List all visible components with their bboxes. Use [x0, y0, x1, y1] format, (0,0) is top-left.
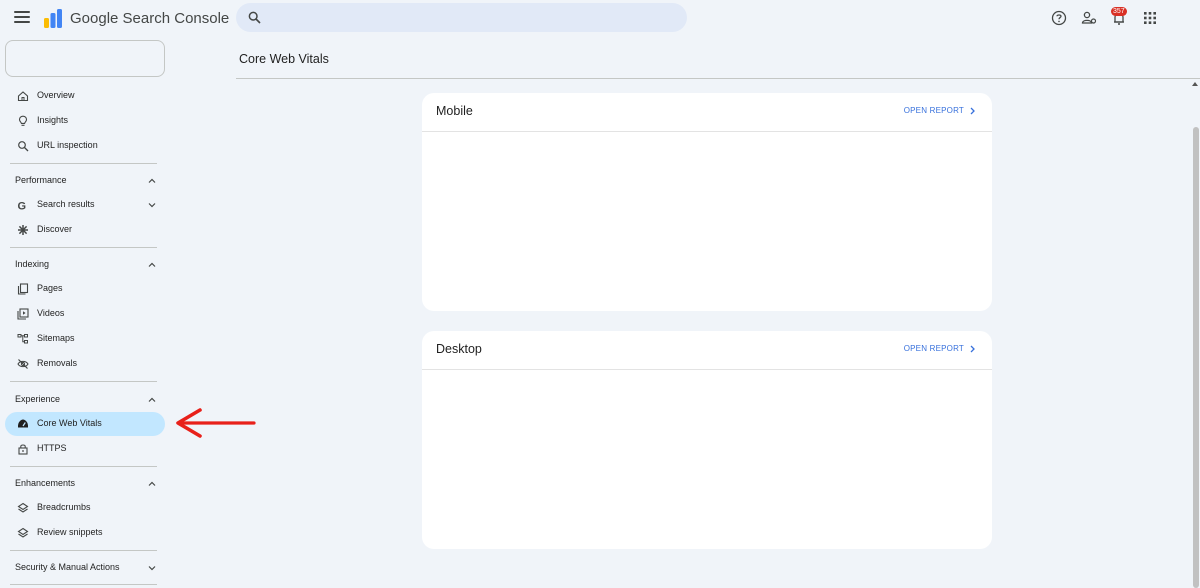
sidebar-item-overview[interactable]: Overview: [5, 84, 165, 108]
sidebar-item-breadcrumbs[interactable]: Breadcrumbs: [5, 496, 165, 520]
layers-icon: [17, 502, 29, 513]
open-report-label[interactable]: OPEN REPORT: [904, 344, 964, 353]
section-header-indexing[interactable]: Indexing: [5, 253, 165, 275]
chevron-down-icon[interactable]: [148, 201, 156, 209]
pages-icon: [17, 283, 29, 295]
chevron-up-icon: [148, 397, 156, 402]
sidebar-divider: [10, 381, 157, 382]
sidebar-item-pages[interactable]: Pages: [5, 277, 165, 301]
open-report-label[interactable]: OPEN REPORT: [904, 106, 964, 115]
svg-text:G: G: [18, 201, 27, 212]
card-divider: [422, 131, 992, 132]
sidebar-item-label: URL inspection: [37, 140, 98, 150]
top-app-bar: Google Search Console 357: [0, 0, 1200, 38]
sidebar-item-label: Search results: [37, 199, 95, 209]
manage-users-icon[interactable]: [1081, 10, 1097, 26]
search-icon[interactable]: [248, 11, 261, 24]
sidebar-item-sitemaps[interactable]: Sitemaps: [5, 327, 165, 351]
sidebar-item-review-snippets[interactable]: Review snippets: [5, 521, 165, 545]
google-g-icon: G: [18, 201, 27, 212]
menu-icon[interactable]: [14, 11, 30, 25]
open-report-link[interactable]: OPEN REPORT: [904, 344, 976, 353]
search-icon: [18, 141, 29, 152]
sidebar-item-insights[interactable]: Insights: [5, 109, 165, 133]
eye-off-icon: [17, 359, 29, 369]
section-header-security[interactable]: Security & Manual Actions: [5, 556, 165, 578]
annotation-arrow: [176, 408, 256, 438]
sidebar-item-label: Pages: [37, 283, 63, 293]
sidebar-item-label: Discover: [37, 224, 73, 234]
card-title: Desktop: [436, 342, 482, 356]
title-divider: [236, 78, 1200, 79]
sidebar-divider: [10, 550, 157, 551]
mobile-report-card: Mobile OPEN REPORT: [422, 93, 992, 311]
sidebar-item-label: Overview: [37, 90, 75, 100]
help-icon[interactable]: [1051, 10, 1067, 26]
sitemap-icon: [17, 334, 28, 344]
sidebar-divider: [10, 466, 157, 467]
chevron-up-icon: [148, 262, 156, 267]
sidebar-item-videos[interactable]: Videos: [5, 302, 165, 326]
notification-count-badge[interactable]: 357: [1111, 7, 1127, 16]
asterisk-icon: [18, 225, 28, 235]
sidebar-item-label: Sitemaps: [37, 333, 75, 343]
open-report-link[interactable]: OPEN REPORT: [904, 106, 976, 115]
chevron-right-icon[interactable]: [969, 345, 976, 353]
sidebar-item-removals[interactable]: Removals: [5, 352, 165, 376]
video-icon: [17, 308, 29, 320]
sidebar-item-label: Removals: [37, 358, 78, 368]
chevron-up-icon: [148, 178, 156, 183]
section-title: Performance: [15, 175, 67, 185]
section-header-experience[interactable]: Experience: [5, 388, 165, 410]
sidebar-divider: [10, 247, 157, 248]
card-title: Mobile: [436, 104, 473, 118]
property-selector[interactable]: [5, 40, 165, 77]
sidebar-item-search-results[interactable]: G Search results: [5, 193, 165, 217]
scroll-up-arrow-icon[interactable]: [1192, 82, 1198, 86]
scrollbar-thumb[interactable]: [1193, 127, 1199, 588]
chevron-right-icon[interactable]: [969, 107, 976, 115]
search-bar[interactable]: [236, 3, 687, 32]
section-title: Experience: [15, 394, 61, 404]
section-header-performance[interactable]: Performance: [5, 169, 165, 191]
sidebar-item-label: Core Web Vitals: [37, 418, 102, 428]
apps-grid-icon[interactable]: [1142, 10, 1158, 26]
sidebar-item-label: Videos: [37, 308, 65, 318]
section-header-enhancements[interactable]: Enhancements: [5, 472, 165, 494]
sidebar-item-https[interactable]: HTTPS: [5, 437, 165, 461]
sidebar-divider: [10, 584, 157, 585]
layers-icon: [17, 527, 29, 538]
section-title: Security & Manual Actions: [15, 562, 120, 572]
sidebar-item-discover[interactable]: Discover: [5, 218, 165, 242]
speedometer-icon: [17, 419, 29, 428]
lightbulb-icon: [18, 115, 28, 126]
sidebar-item-label: Breadcrumbs: [37, 502, 91, 512]
chevron-up-icon: [148, 481, 156, 486]
sidebar-divider: [10, 163, 157, 164]
lock-icon: [18, 444, 28, 455]
sidebar-item-label: HTTPS: [37, 443, 67, 453]
desktop-report-card: Desktop OPEN REPORT: [422, 331, 992, 549]
page-title: Core Web Vitals: [239, 52, 329, 66]
app-title[interactable]: Google Search Console: [70, 10, 229, 27]
section-title: Enhancements: [15, 478, 76, 488]
card-divider: [422, 369, 992, 370]
chevron-down-icon: [148, 566, 156, 571]
sidebar-item-core-web-vitals[interactable]: Core Web Vitals: [5, 412, 165, 436]
sidebar-item-label: Review snippets: [37, 527, 103, 537]
sidebar-item-url-inspection[interactable]: URL inspection: [5, 134, 165, 158]
section-title: Indexing: [15, 259, 50, 269]
search-console-logo[interactable]: [42, 8, 64, 30]
home-icon: [17, 91, 29, 102]
search-input[interactable]: [272, 3, 672, 32]
sidebar-item-label: Insights: [37, 115, 69, 125]
